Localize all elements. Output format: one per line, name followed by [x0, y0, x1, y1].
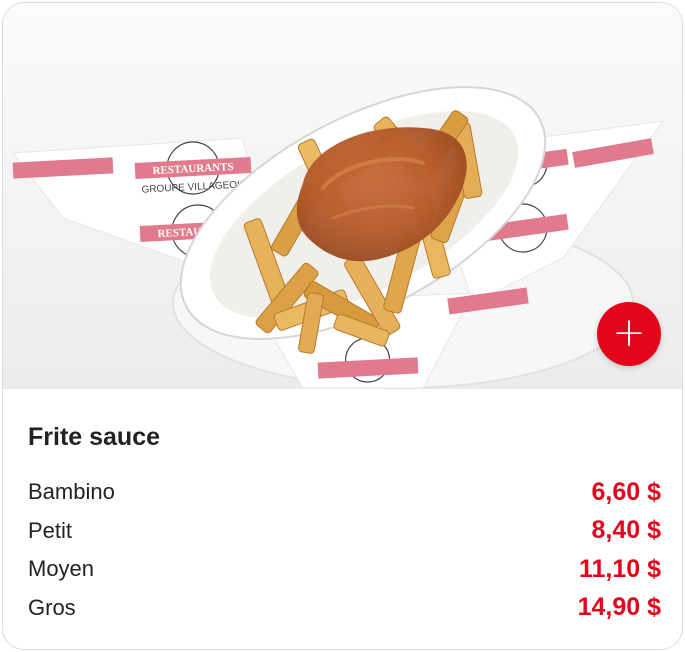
size-row-moyen[interactable]: Moyen 11,10 $ [28, 550, 661, 589]
food-photo: RESTAURANTS GROUPE VILLAGEOIS RESTAURANT… [3, 3, 682, 389]
item-title: Frite sauce [28, 423, 161, 451]
size-price: 8,40 $ [591, 516, 661, 545]
size-row-gros[interactable]: Gros 14,90 $ [28, 589, 661, 628]
size-price: 6,60 $ [591, 477, 661, 506]
size-price: 14,90 $ [577, 593, 661, 622]
menu-item-card[interactable]: RESTAURANTS GROUPE VILLAGEOIS RESTAURANT… [2, 2, 683, 650]
size-price: 11,10 $ [578, 554, 661, 583]
size-label: Gros [28, 594, 76, 620]
size-label: Bambino [28, 479, 115, 505]
size-row-bambino[interactable]: Bambino 6,60 $ [28, 473, 661, 512]
size-row-petit[interactable]: Petit 8,40 $ [28, 512, 661, 551]
size-label: Petit [28, 517, 73, 543]
size-label: Moyen [28, 556, 95, 582]
add-to-cart-button[interactable]: + [597, 302, 661, 366]
item-info: Frite sauce Bambino 6,60 $ Petit 8,40 $ … [28, 389, 661, 627]
plus-icon: + [612, 309, 646, 356]
size-price-list: Bambino 6,60 $ Petit 8,40 $ Moyen 11,10 … [28, 473, 661, 627]
fries-illustration: RESTAURANTS GROUPE VILLAGEOIS RESTAURANT… [3, 3, 682, 389]
